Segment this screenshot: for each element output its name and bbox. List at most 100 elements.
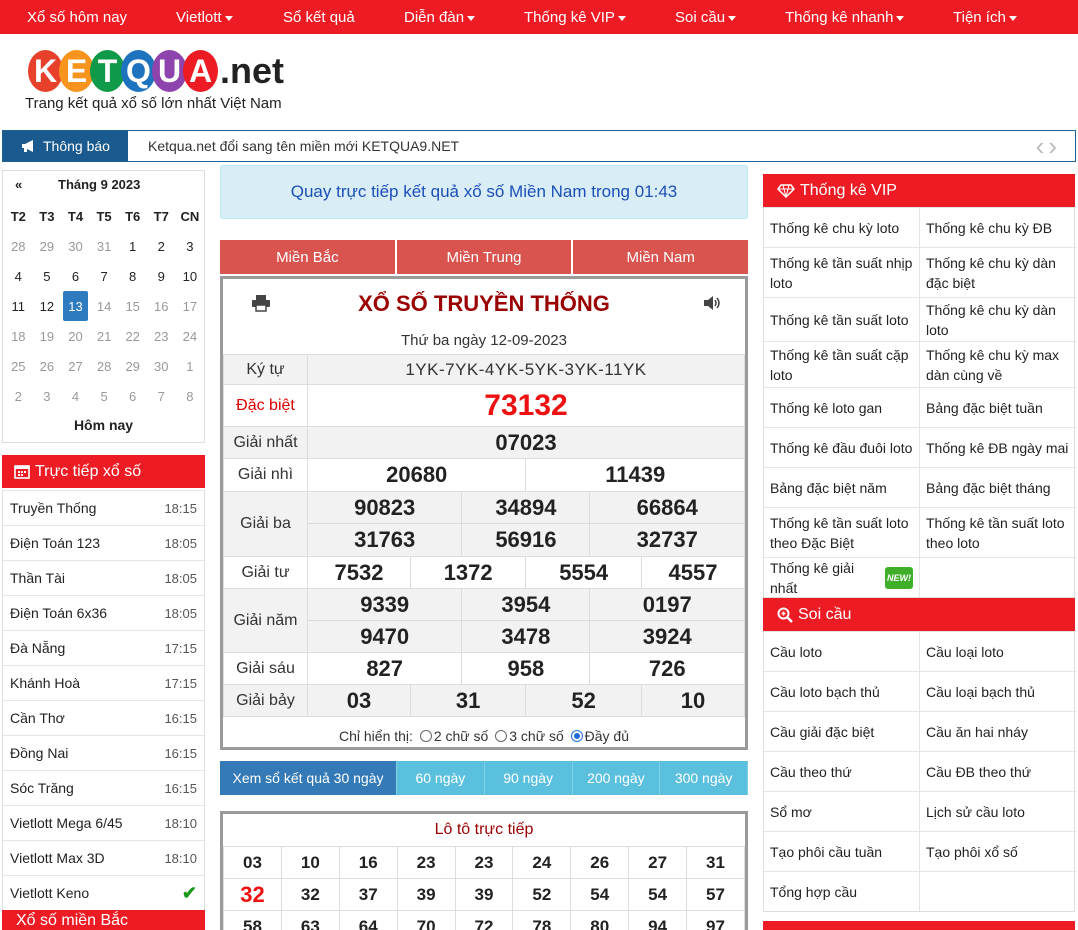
soicau-link[interactable]: Sổ mơ [764, 791, 920, 831]
vip-link[interactable]: Thống kê chu kỳ max dàn cùng về [920, 341, 1076, 387]
vip-link[interactable]: Thống kê tần suất loto [764, 297, 920, 341]
calendar-day[interactable]: 28 [90, 351, 119, 381]
soicau-link[interactable]: Cầu loto [764, 631, 920, 671]
calendar-day[interactable]: 28 [4, 231, 33, 261]
calendar-day[interactable]: 14 [90, 291, 119, 321]
live-list-item[interactable]: Điện Toán 6x36 18:05 [3, 595, 204, 630]
calendar-day[interactable]: 30 [147, 351, 176, 381]
calendar-day[interactable]: 26 [33, 351, 62, 381]
live-list-item[interactable]: Vietlott Mega 6/45 18:10 [3, 805, 204, 840]
soicau-link[interactable]: Tổng hợp cầu [764, 871, 920, 911]
calendar-day[interactable]: 17 [176, 291, 205, 321]
calendar-day[interactable]: 9 [147, 261, 176, 291]
live-list-item[interactable]: Cần Thơ 16:15 [3, 700, 204, 735]
tab-mien-nam[interactable]: Miền Nam [573, 240, 749, 274]
radio-3-digits[interactable] [495, 730, 508, 742]
calendar-day[interactable]: 29 [118, 351, 147, 381]
nav-so-ket-qua[interactable]: Sổ kết quả [283, 9, 355, 26]
calendar-day[interactable]: 4 [61, 381, 90, 411]
nav-thong-ke-vip[interactable]: Thống kê VIP [524, 9, 626, 26]
days-200-button[interactable]: 200 ngày [572, 761, 661, 795]
chevron-right-icon[interactable]: › [1048, 131, 1061, 161]
soicau-link[interactable]: Cầu ăn hai nháy [920, 711, 1076, 751]
calendar-day[interactable]: 18 [4, 321, 33, 351]
calendar-day[interactable]: 11 [4, 291, 33, 321]
calendar-day[interactable]: 25 [4, 351, 33, 381]
vip-link[interactable]: Bảng đặc biệt năm [764, 467, 920, 507]
calendar-day[interactable]: 5 [90, 381, 119, 411]
calendar-day[interactable]: 24 [176, 321, 205, 351]
calendar-day[interactable]: 15 [118, 291, 147, 321]
calendar-today-button[interactable]: Hôm nay [3, 417, 204, 433]
calendar-day[interactable]: 12 [33, 291, 62, 321]
calendar-day[interactable]: 6 [118, 381, 147, 411]
calendar-day[interactable]: 19 [33, 321, 62, 351]
vip-link[interactable]: Thống kê đầu đuôi loto [764, 427, 920, 467]
vip-link[interactable]: Thống kê tần suất loto theo Đặc Biệt [764, 507, 920, 557]
vip-link[interactable]: Bảng đặc biệt tuần [920, 387, 1076, 427]
soicau-link[interactable]: Tạo phôi cầu tuần [764, 831, 920, 871]
days-60-button[interactable]: 60 ngày [397, 761, 485, 795]
vip-link[interactable]: Thống kê giải nhất NEW! [764, 557, 920, 597]
calendar-day[interactable]: 3 [176, 231, 205, 261]
calendar-day[interactable]: 29 [33, 231, 62, 261]
calendar-day[interactable]: 1 [176, 351, 205, 381]
site-logo[interactable]: K E T Q U A .net [28, 46, 284, 96]
calendar-day[interactable]: 21 [90, 321, 119, 351]
vip-link[interactable]: Thống kê tần suất cặp loto [764, 341, 920, 387]
calendar-day[interactable]: 7 [147, 381, 176, 411]
live-list-item[interactable]: Khánh Hoà 17:15 [3, 665, 204, 700]
radio-full[interactable] [570, 730, 583, 742]
chevron-left-icon[interactable]: ‹ [1036, 131, 1049, 161]
live-list-item[interactable]: Vietlott Max 3D 18:10 [3, 840, 204, 875]
calendar-day[interactable]: 8 [176, 381, 205, 411]
calendar-prev-button[interactable]: « [15, 177, 22, 192]
calendar-day[interactable]: 22 [118, 321, 147, 351]
notice-message[interactable]: Ketqua.net đổi sang tên miền mới KETQUA9… [148, 138, 459, 154]
nav-soi-cau[interactable]: Soi cầu [675, 9, 737, 26]
speaker-icon[interactable] [703, 295, 721, 316]
vip-link[interactable]: Thống kê chu kỳ dàn loto [920, 297, 1076, 341]
live-list-item[interactable]: Vietlott Keno ✔ [3, 875, 204, 910]
vip-link[interactable]: Thống kê loto gan [764, 387, 920, 427]
live-list-item[interactable]: Truyền Thống 18:15 [3, 490, 204, 525]
nav-xo-so-hom-nay[interactable]: Xổ số hôm nay [27, 9, 127, 26]
live-list-item[interactable]: Đồng Nai 16:15 [3, 735, 204, 770]
radio-2-digits[interactable] [419, 730, 432, 742]
calendar-day[interactable]: 20 [61, 321, 90, 351]
vip-link[interactable]: Bảng đặc biệt tháng [920, 467, 1076, 507]
nav-tien-ich[interactable]: Tiện ích [953, 9, 1017, 26]
calendar-day[interactable]: 30 [61, 231, 90, 261]
soicau-link[interactable]: Cầu loại bạch thủ [920, 671, 1076, 711]
calendar-day[interactable]: 6 [61, 261, 90, 291]
live-list-item[interactable]: Đà Nẵng 17:15 [3, 630, 204, 665]
soicau-link[interactable]: Lịch sử cầu loto [920, 791, 1076, 831]
calendar-day[interactable]: 10 [176, 261, 205, 291]
soicau-link[interactable]: Cầu giải đặc biệt [764, 711, 920, 751]
days-30-button[interactable]: Xem sổ kết quả 30 ngày [220, 761, 397, 795]
calendar-day[interactable]: 8 [118, 261, 147, 291]
live-list-item[interactable]: Sóc Trăng 16:15 [3, 770, 204, 805]
nav-dien-dan[interactable]: Diễn đàn [404, 9, 476, 26]
vip-link[interactable]: Thống kê chu kỳ ĐB [920, 207, 1076, 247]
soicau-link[interactable]: Cầu theo thứ [764, 751, 920, 791]
calendar-day[interactable]: 16 [147, 291, 176, 321]
nav-thong-ke-nhanh[interactable]: Thống kê nhanh [785, 9, 905, 26]
tab-mien-trung[interactable]: Miền Trung [396, 240, 572, 274]
vip-link[interactable]: Thống kê chu kỳ dàn đặc biệt [920, 247, 1076, 297]
soicau-link[interactable]: Cầu loại loto [920, 631, 1076, 671]
soicau-link[interactable]: Cầu ĐB theo thứ [920, 751, 1076, 791]
calendar-day[interactable]: 4 [4, 261, 33, 291]
vip-link[interactable]: Thống kê tần suất nhịp loto [764, 247, 920, 297]
vip-link[interactable]: Thống kê chu kỳ loto [764, 207, 920, 247]
calendar-day[interactable]: 31 [90, 231, 119, 261]
calendar-day[interactable]: 23 [147, 321, 176, 351]
live-list-item[interactable]: Thần Tài 18:05 [3, 560, 204, 595]
calendar-day[interactable]: 2 [147, 231, 176, 261]
calendar-day-today[interactable]: 13 [63, 291, 88, 321]
calendar-day[interactable]: 5 [33, 261, 62, 291]
calendar-day[interactable]: 1 [118, 231, 147, 261]
calendar-day[interactable]: 7 [90, 261, 119, 291]
live-list-item[interactable]: Điện Toán 123 18:05 [3, 525, 204, 560]
soicau-link[interactable]: Cầu loto bạch thủ [764, 671, 920, 711]
